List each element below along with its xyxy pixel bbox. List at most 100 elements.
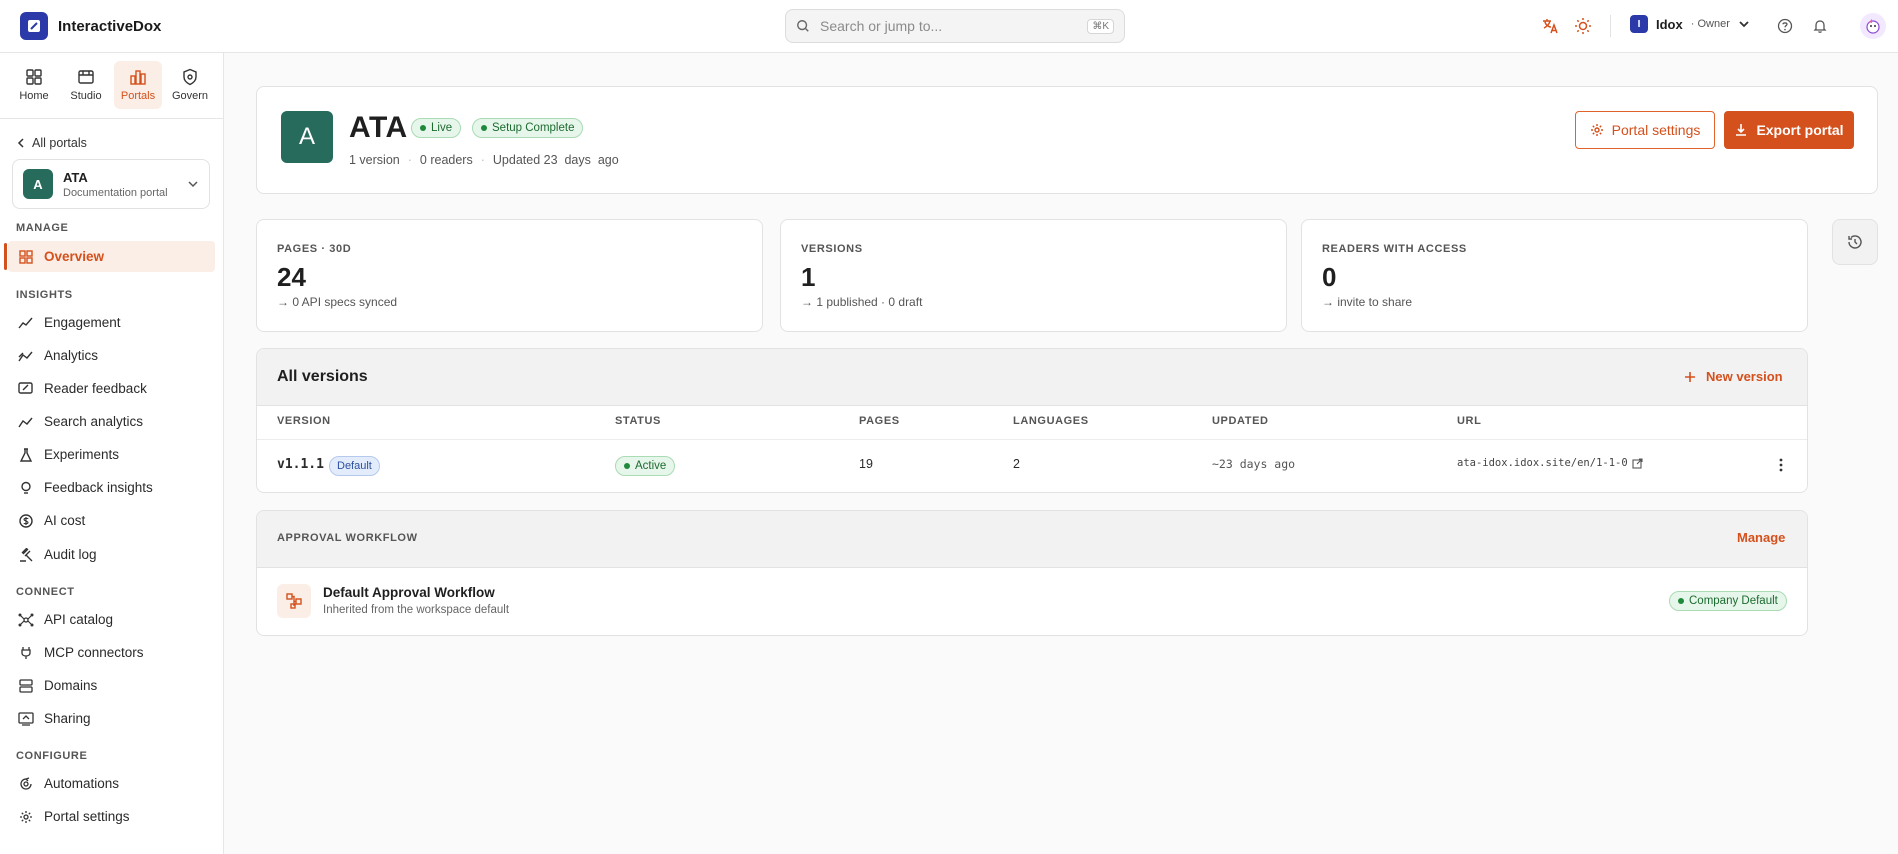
gavel-icon bbox=[18, 547, 34, 563]
sidebar-item-automations[interactable]: Automations bbox=[8, 768, 215, 799]
sidebar-item-search-analytics[interactable]: Search analytics bbox=[8, 406, 215, 437]
translate-icon[interactable] bbox=[1540, 16, 1560, 36]
top-bar: InteractiveDox Search or jump to... ⌘K I… bbox=[0, 0, 1898, 53]
stat-value: 24 bbox=[277, 262, 306, 292]
portal-avatar: A bbox=[281, 111, 333, 163]
sidebar-item-feedback-insights[interactable]: Feedback insights bbox=[8, 472, 215, 503]
search-placeholder: Search or jump to... bbox=[820, 18, 943, 34]
section-label-connect: CONNECT bbox=[16, 586, 75, 598]
message-edit-icon bbox=[18, 381, 34, 397]
version-url-link[interactable]: ata-idox.idox.site/en/1-1-0 bbox=[1457, 457, 1643, 469]
portal-settings-button[interactable]: Portal settings bbox=[1575, 111, 1715, 149]
search-icon bbox=[797, 20, 809, 32]
languages-count: 2 bbox=[1013, 457, 1020, 471]
sidebar-item-audit-log[interactable]: Audit log bbox=[8, 539, 215, 570]
stat-label: PAGES · 30D bbox=[277, 243, 352, 255]
all-portals-link[interactable]: All portals bbox=[16, 136, 87, 150]
meta-updated: Updated 23 days ago bbox=[492, 153, 619, 167]
manage-workflow-link[interactable]: Manage bbox=[1737, 530, 1785, 545]
sidebar-item-label: API catalog bbox=[44, 612, 114, 627]
sidebar-item-api-catalog[interactable]: API catalog bbox=[8, 604, 215, 635]
export-portal-button[interactable]: Export portal bbox=[1724, 111, 1854, 149]
sidebar-item-engagement[interactable]: Engagement bbox=[8, 307, 215, 338]
plug-icon bbox=[18, 645, 34, 661]
module-tab-label: Portals bbox=[120, 90, 156, 102]
divider bbox=[1610, 15, 1611, 37]
brand[interactable]: InteractiveDox bbox=[20, 12, 161, 40]
column-header-languages: LANGUAGES bbox=[1013, 415, 1089, 427]
sidebar-item-analytics[interactable]: Analytics bbox=[8, 340, 215, 371]
module-tab-home[interactable]: Home bbox=[10, 61, 58, 109]
history-button[interactable] bbox=[1832, 219, 1878, 265]
screen-share-icon bbox=[18, 711, 34, 727]
sidebar-item-label: Sharing bbox=[44, 711, 91, 726]
sidebar-item-label: Domains bbox=[44, 678, 98, 693]
module-tab-portals[interactable]: Portals bbox=[114, 61, 162, 109]
column-header-status: STATUS bbox=[615, 415, 661, 427]
workflow-header: APPROVAL WORKFLOW Manage bbox=[257, 511, 1807, 568]
lightbulb-icon bbox=[18, 480, 34, 496]
version-url: ata-idox.idox.site/en/1-1-0 bbox=[1457, 457, 1628, 469]
search-input[interactable]: Search or jump to... ⌘K bbox=[785, 9, 1125, 43]
workspace-name: Idox bbox=[1656, 16, 1683, 32]
workspace-switcher[interactable]: I Idox · Owner bbox=[1630, 15, 1750, 33]
download-icon bbox=[1736, 124, 1747, 136]
portal-selector[interactable]: A ATA Documentation portal bbox=[12, 159, 210, 209]
help-icon[interactable] bbox=[1775, 16, 1795, 36]
bell-icon[interactable] bbox=[1810, 16, 1830, 36]
gear-icon bbox=[18, 809, 34, 825]
sidebar-item-overview[interactable]: Overview bbox=[4, 241, 215, 272]
server-icon bbox=[18, 678, 34, 694]
sidebar-item-ai-cost[interactable]: AI cost bbox=[8, 505, 215, 536]
sidebar-item-label: Reader feedback bbox=[44, 381, 147, 396]
status-dot-icon bbox=[624, 463, 630, 469]
row-divider bbox=[257, 439, 1807, 440]
section-label-configure: CONFIGURE bbox=[16, 750, 88, 762]
workflow-icon bbox=[277, 584, 311, 618]
user-avatar[interactable] bbox=[1860, 13, 1886, 39]
chevron-left-icon bbox=[17, 138, 24, 148]
status-dot-icon bbox=[1678, 598, 1684, 604]
sidebar-item-reader-feedback[interactable]: Reader feedback bbox=[8, 373, 215, 404]
company-default-label: Company Default bbox=[1689, 595, 1778, 607]
sidebar-item-label: Experiments bbox=[44, 447, 120, 462]
setup-badge-label: Setup Complete bbox=[492, 122, 575, 134]
sidebar-item-domains[interactable]: Domains bbox=[8, 670, 215, 701]
sidebar-item-label: Overview bbox=[44, 249, 105, 264]
trend-icon bbox=[18, 315, 34, 331]
default-badge: Default bbox=[329, 456, 380, 476]
sidebar-item-label: Analytics bbox=[44, 348, 99, 363]
sidebar-item-label: Feedback insights bbox=[44, 480, 153, 495]
portal-settings-label: Portal settings bbox=[1611, 122, 1701, 138]
chevron-down-icon bbox=[1739, 21, 1749, 28]
module-tab-label: Home bbox=[19, 90, 49, 102]
status-dot-icon bbox=[420, 125, 426, 131]
app-name: InteractiveDox bbox=[58, 17, 162, 35]
export-portal-label: Export portal bbox=[1756, 122, 1844, 138]
analytics-icon bbox=[18, 348, 34, 364]
sidebar-item-label: Engagement bbox=[44, 315, 121, 330]
studio-icon bbox=[78, 70, 94, 84]
stat-note: → invite to share bbox=[1322, 295, 1413, 309]
stat-label: VERSIONS bbox=[801, 243, 863, 255]
portal-subtitle: Documentation portal bbox=[63, 186, 168, 199]
stat-card-readers: READERS WITH ACCESS 0 → invite to share bbox=[1301, 219, 1808, 332]
sidebar-item-experiments[interactable]: Experiments bbox=[8, 439, 215, 470]
portals-icon bbox=[130, 70, 146, 85]
sidebar-item-mcp-connectors[interactable]: MCP connectors bbox=[8, 637, 215, 668]
new-version-button[interactable]: New version bbox=[1684, 369, 1783, 384]
module-tab-govern[interactable]: Govern bbox=[166, 61, 214, 109]
sidebar-item-sharing[interactable]: Sharing bbox=[8, 703, 215, 734]
sun-icon[interactable] bbox=[1573, 16, 1593, 36]
workflow-section-label: APPROVAL WORKFLOW bbox=[277, 532, 418, 544]
external-link-icon bbox=[1632, 457, 1643, 469]
sidebar-item-label: AI cost bbox=[44, 513, 86, 528]
module-tab-label: Govern bbox=[171, 90, 209, 102]
sidebar-item-label: Search analytics bbox=[44, 414, 144, 429]
meta-readers: 0 readers bbox=[419, 153, 473, 167]
row-more-icon[interactable] bbox=[1773, 457, 1789, 473]
status-badge-label: Active bbox=[635, 460, 667, 472]
sidebar-item-portal-settings[interactable]: Portal settings bbox=[8, 801, 215, 832]
versions-header: All versions New version bbox=[257, 349, 1807, 406]
module-tab-studio[interactable]: Studio bbox=[62, 61, 110, 109]
